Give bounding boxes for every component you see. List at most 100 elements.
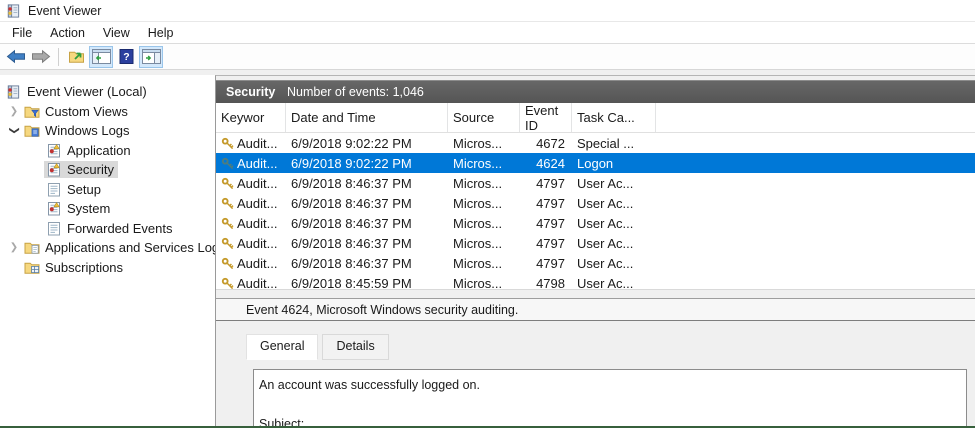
- date-cell: 6/9/2018 9:02:22 PM: [286, 156, 448, 171]
- keywords-cell: Audit...: [216, 236, 286, 251]
- task-category-cell: Logon: [572, 156, 656, 171]
- tree-item-content: Windows Logs: [22, 122, 134, 139]
- event-id-cell: 4624: [520, 156, 572, 171]
- source-cell: Micros...: [448, 236, 520, 251]
- menu-file[interactable]: File: [3, 24, 41, 42]
- content-area: Event Viewer (Local)❯Custom Views❯Window…: [0, 70, 975, 428]
- tree-item-content: Subscriptions: [22, 259, 127, 276]
- audit-success-key-icon: [221, 217, 234, 230]
- keywords-text: Audit...: [237, 236, 277, 251]
- event-id-cell: 4797: [520, 256, 572, 271]
- forward-button[interactable]: [29, 46, 53, 68]
- audit-success-key-icon: [221, 177, 234, 190]
- export-folder-button[interactable]: [64, 46, 88, 68]
- date-cell: 6/9/2018 8:46:37 PM: [286, 216, 448, 231]
- keywords-cell: Audit...: [216, 136, 286, 151]
- chevron-expanded-icon[interactable]: ❯: [9, 123, 20, 139]
- show-console-tree-icon: [92, 49, 111, 64]
- tree-item-content: Security: [44, 161, 118, 178]
- task-category-cell: Special ...: [572, 136, 656, 151]
- chevron-collapsed-icon[interactable]: ❯: [6, 106, 22, 117]
- show-console-tree-button[interactable]: [89, 46, 113, 68]
- event-id-cell: 4672: [520, 136, 572, 151]
- column-header-source[interactable]: Source: [448, 103, 520, 132]
- keywords-cell: Audit...: [216, 176, 286, 191]
- tree-item-content: Event Viewer (Local): [4, 83, 151, 101]
- table-row[interactable]: Audit... 6/9/2018 8:46:37 PMMicros...4797…: [216, 233, 975, 253]
- tree-item-subscriptions[interactable]: Subscriptions: [0, 258, 215, 278]
- chevron-collapsed-icon[interactable]: ❯: [6, 242, 22, 253]
- source-cell: Micros...: [448, 256, 520, 271]
- forward-icon: [31, 49, 51, 64]
- tree-item-system[interactable]: System: [0, 199, 215, 219]
- tree-item-application[interactable]: Application: [0, 141, 215, 161]
- tree-item-label: Applications and Services Log: [45, 240, 215, 255]
- plain-log-icon: [45, 221, 62, 236]
- table-row[interactable]: Audit...6/9/2018 8:46:37 PMMicros...4797…: [216, 173, 975, 193]
- tree-item-content: Setup: [44, 181, 105, 198]
- back-button[interactable]: [4, 46, 28, 68]
- task-category-cell: User Ac...: [572, 236, 656, 251]
- date-cell: 6/9/2018 8:46:37 PM: [286, 196, 448, 211]
- tree-item-event-viewer-local[interactable]: Event Viewer (Local): [0, 82, 215, 102]
- tree-item-forwarded-events[interactable]: Forwarded Events: [0, 219, 215, 239]
- help-button[interactable]: ?: [114, 46, 138, 68]
- table-row[interactable]: Audit...6/9/2018 8:46:37 PMMicros...4797…: [216, 213, 975, 233]
- event-id-cell: 4797: [520, 236, 572, 251]
- tree: Event Viewer (Local)❯Custom Views❯Window…: [0, 75, 215, 428]
- table-row[interactable]: Audit...6/9/2018 9:02:22 PMMicros...4624…: [216, 153, 975, 173]
- audit-success-key-icon: [221, 257, 234, 270]
- column-header-task-ca[interactable]: Task Ca...: [572, 103, 656, 132]
- table-row[interactable]: Audit...6/9/2018 9:02:22 PMMicros...4672…: [216, 133, 975, 153]
- tree-item-content: Application: [44, 142, 135, 159]
- event-log-icon: [45, 162, 62, 177]
- column-header-date-and-time[interactable]: Date and Time: [286, 103, 448, 132]
- folder-views-icon: [23, 104, 40, 119]
- tree-item-label: System: [67, 201, 110, 216]
- menu-bar: FileActionViewHelp: [0, 22, 975, 44]
- tree-item-custom-views[interactable]: ❯Custom Views: [0, 102, 215, 122]
- keywords-text: Audit...: [237, 136, 277, 151]
- task-category-cell: User Ac...: [572, 176, 656, 191]
- source-cell: Micros...: [448, 156, 520, 171]
- tree-item-applications-and-services-log[interactable]: ❯ Applications and Services Log: [0, 238, 215, 258]
- menu-action[interactable]: Action: [41, 24, 94, 42]
- menu-view[interactable]: View: [94, 24, 139, 42]
- date-cell: 6/9/2018 8:46:37 PM: [286, 236, 448, 251]
- event-log-icon: [45, 143, 62, 158]
- event-viewer-icon: [5, 84, 22, 100]
- event-description-line: An account was successfully logged on.: [259, 378, 960, 393]
- tree-item-label: Security: [67, 162, 114, 177]
- event-viewer-app-icon: [5, 3, 22, 19]
- event-id-cell: 4798: [520, 276, 572, 290]
- tree-item-security[interactable]: Security: [0, 160, 215, 180]
- event-id-cell: 4797: [520, 216, 572, 231]
- tree-item-setup[interactable]: Setup: [0, 180, 215, 200]
- keywords-cell: Audit...: [216, 156, 286, 171]
- keywords-cell: Audit...: [216, 256, 286, 271]
- preview-title: Event 4624, Microsoft Windows security a…: [246, 303, 518, 317]
- task-category-cell: User Ac...: [572, 216, 656, 231]
- tab-details[interactable]: Details: [322, 334, 388, 360]
- date-cell: 6/9/2018 8:45:59 PM: [286, 276, 448, 290]
- tree-item-windows-logs[interactable]: ❯Windows Logs: [0, 121, 215, 141]
- event-log-icon: [45, 201, 62, 216]
- keywords-text: Audit...: [237, 216, 277, 231]
- source-cell: Micros...: [448, 276, 520, 290]
- tab-general[interactable]: General: [246, 334, 318, 360]
- table-row[interactable]: Audit...6/9/2018 8:46:37 PMMicros...4797…: [216, 253, 975, 273]
- menu-help[interactable]: Help: [139, 24, 183, 42]
- table-row[interactable]: Audit...6/9/2018 8:45:59 PMMicros...4798…: [216, 273, 975, 289]
- column-header-keywor[interactable]: Keywor: [216, 103, 286, 132]
- show-action-pane-icon: [142, 49, 161, 64]
- help-icon: ?: [119, 49, 134, 64]
- keywords-text: Audit...: [237, 176, 277, 191]
- task-category-cell: User Ac...: [572, 276, 656, 290]
- horizontal-splitter[interactable]: [216, 289, 975, 298]
- column-header-event-id[interactable]: Event ID: [520, 103, 572, 132]
- show-action-pane-button[interactable]: [139, 46, 163, 68]
- table-row[interactable]: Audit...6/9/2018 8:46:37 PMMicros...4797…: [216, 193, 975, 213]
- preview-tabs: GeneralDetails: [246, 334, 975, 360]
- audit-success-key-icon: [221, 157, 234, 170]
- event-list: KeyworDate and TimeSourceEvent IDTask Ca…: [216, 103, 975, 289]
